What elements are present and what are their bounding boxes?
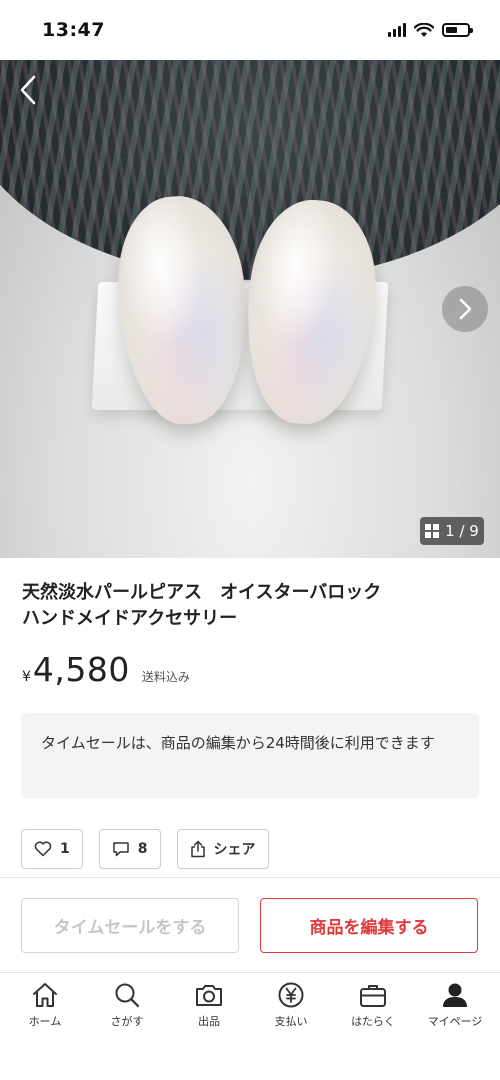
action-chips: 1 8 シェア <box>21 829 269 869</box>
status-bar: 13:47 <box>0 0 500 60</box>
search-icon <box>115 983 140 1008</box>
briefcase-icon <box>360 985 386 1007</box>
product-title: 天然淡水パールピアス オイスターバロック ハンドメイドアクセサリー <box>22 580 482 632</box>
image-counter-text: 1 / 9 <box>445 522 479 540</box>
tab-payment-label: 支払い <box>274 1015 308 1028</box>
status-icons <box>388 22 473 38</box>
divider <box>0 877 500 878</box>
wifi-icon <box>414 22 434 37</box>
battery-icon <box>442 23 473 37</box>
like-button[interactable]: 1 <box>21 829 83 869</box>
tab-work-label: はたらく <box>351 1015 395 1028</box>
tab-sell-label: 出品 <box>198 1015 220 1028</box>
grid-icon <box>425 524 440 538</box>
comment-icon <box>113 841 129 856</box>
product-image[interactable]: 1 / 9 <box>0 60 500 558</box>
chevron-right-icon <box>459 298 472 320</box>
back-button[interactable] <box>10 70 46 110</box>
like-count: 1 <box>60 841 70 857</box>
tab-search-label: さがす <box>110 1015 144 1028</box>
tab-mypage[interactable]: マイページ <box>415 981 495 1080</box>
shipping-label: 送料込み <box>141 670 190 684</box>
tab-mypage-label: マイページ <box>427 1015 483 1028</box>
chevron-left-icon <box>20 75 36 105</box>
heart-icon <box>34 841 52 857</box>
price-value: 4,580 <box>32 650 130 689</box>
comment-button[interactable]: 8 <box>98 829 161 869</box>
tab-bar: ホーム さがす 出品 支払い はたらく マイページ <box>0 972 500 1080</box>
edit-item-button[interactable]: 商品を編集する <box>260 898 478 953</box>
tab-home-label: ホーム <box>28 1015 62 1028</box>
product-title-line1: 天然淡水パールピアス オイスターバロック <box>22 582 382 603</box>
share-icon <box>190 840 205 858</box>
home-icon <box>33 983 57 1007</box>
currency-symbol: ¥ <box>22 669 31 685</box>
comment-count: 8 <box>137 841 148 857</box>
oyster-shell-background <box>0 60 500 280</box>
person-icon <box>443 983 467 1007</box>
camera-icon <box>196 985 222 1006</box>
tab-home[interactable]: ホーム <box>5 981 85 1080</box>
timesale-button[interactable]: タイムセールをする <box>21 898 239 953</box>
product-title-line2: ハンドメイドアクセサリー <box>22 608 238 629</box>
image-counter[interactable]: 1 / 9 <box>420 517 484 545</box>
price-row: ¥ 4,580 送料込み <box>22 650 190 690</box>
status-time: 13:47 <box>42 19 105 41</box>
tab-search[interactable]: さがす <box>87 981 167 1080</box>
tab-work[interactable]: はたらく <box>333 981 413 1080</box>
timesale-notice: タイムセールは、商品の編集から24時間後に利用できます <box>21 713 479 798</box>
share-button[interactable]: シェア <box>176 829 269 869</box>
tab-payment[interactable]: 支払い <box>251 981 331 1080</box>
tab-sell[interactable]: 出品 <box>169 981 249 1080</box>
share-label: シェア <box>213 842 256 858</box>
next-image-button[interactable] <box>442 286 488 332</box>
yen-icon <box>278 982 304 1008</box>
signal-icon <box>388 23 406 37</box>
